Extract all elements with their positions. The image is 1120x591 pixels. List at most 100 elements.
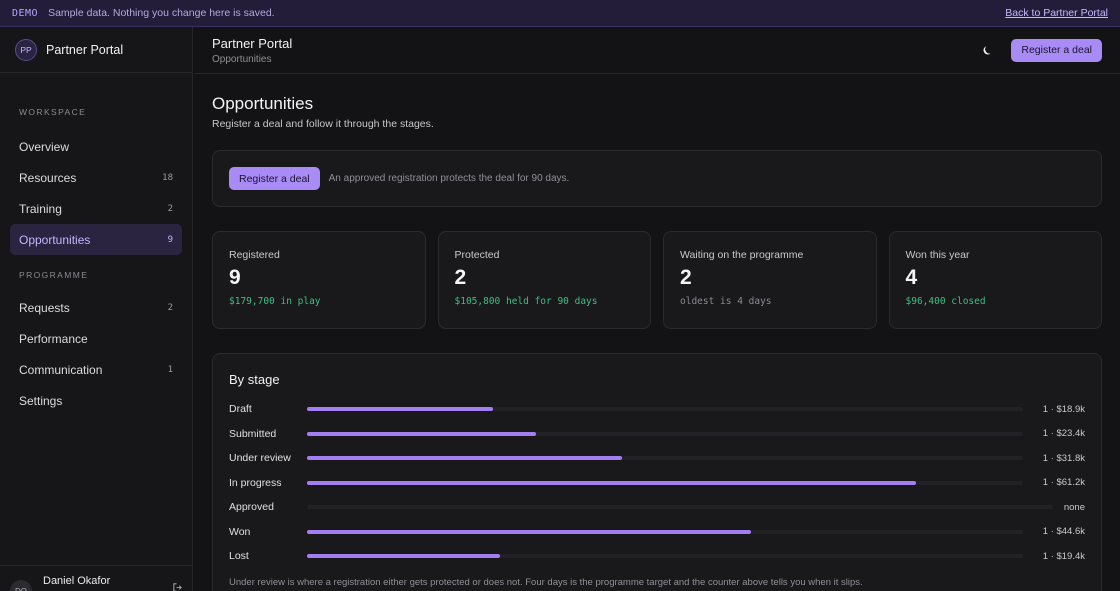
stage-track — [307, 480, 1023, 485]
header-title: Partner Portal — [212, 35, 293, 51]
stage-track — [307, 554, 1023, 559]
moon-icon[interactable] — [981, 43, 995, 57]
stage-name: Draft — [229, 403, 252, 416]
sidebar-item-label: Settings — [19, 393, 63, 408]
stage-bar — [307, 407, 494, 412]
sidebar-item-count: 9 — [167, 234, 173, 245]
user-avatar: DO — [10, 580, 32, 591]
sidebar-item-count: 18 — [162, 172, 173, 183]
stage-value: 1 · $31.8k — [1042, 452, 1085, 464]
main-content: Opportunities Register a deal and follow… — [212, 74, 1102, 591]
stat-label: Registered — [229, 249, 280, 261]
demo-tag: DEMO — [12, 7, 39, 19]
stage-value: 1 · $44.6k — [1042, 526, 1085, 538]
sidebar-item-resources[interactable]: Resources 18 — [10, 162, 182, 193]
sidebar-item-settings[interactable]: Settings — [10, 385, 182, 416]
sidebar-item-performance[interactable]: Performance — [10, 323, 182, 354]
stage-bar — [307, 529, 751, 534]
brand[interactable]: PP Partner Portal — [0, 27, 192, 73]
stage-name: In progress — [229, 476, 282, 489]
back-to-portal-link[interactable]: Back to Partner Portal — [1005, 7, 1108, 19]
stat-waiting: Waiting on the programme 2 oldest is 4 d… — [663, 231, 877, 329]
stage-row: Lost 1 · $19.4k — [229, 544, 1085, 569]
stage-track — [307, 407, 1023, 412]
stage-row: Under review 1 · $31.8k — [229, 446, 1085, 471]
sidebar-item-training[interactable]: Training 2 — [10, 193, 182, 224]
stat-value: 2 — [454, 266, 467, 289]
sidebar-item-requests[interactable]: Requests 2 — [10, 292, 182, 323]
brand-name: Partner Portal — [46, 42, 124, 57]
stage-row: Submitted 1 · $23.4k — [229, 422, 1085, 447]
stage-row: Won 1 · $44.6k — [229, 520, 1085, 545]
register-card: Register a deal An approved registration… — [212, 150, 1102, 207]
demo-banner: DEMO Sample data. Nothing you change her… — [0, 0, 1120, 27]
sidebar-item-count: 1 — [167, 364, 173, 375]
register-deal-button-header[interactable]: Register a deal — [1011, 38, 1102, 62]
stat-value: 4 — [905, 266, 918, 289]
sidebar-item-label: Training — [19, 201, 62, 216]
section-label-programme: PROGRAMME — [19, 270, 89, 280]
sidebar-item-label: Resources — [19, 170, 77, 185]
breadcrumb: Opportunities — [212, 53, 272, 65]
nav-workspace: WORKSPACE Overview Resources 18 Training… — [0, 107, 192, 416]
by-stage-card: By stage Draft 1 · $18.9k Submitted 1 · $23… — [212, 353, 1102, 591]
sign-out-icon[interactable] — [172, 582, 183, 591]
stat-value: 9 — [229, 266, 241, 289]
stage-row: Draft 1 · $18.9k — [229, 397, 1085, 422]
stage-name: Lost — [229, 550, 249, 563]
sidebar-item-communication[interactable]: Communication 1 — [10, 354, 182, 385]
stage-bar — [307, 431, 537, 436]
user-name: Daniel Okafor — [43, 575, 111, 587]
stat-detail: oldest is 4 days — [680, 296, 772, 307]
stage-track — [307, 505, 1053, 510]
stats-row: Registered 9 $179,700 in play Protected … — [212, 231, 1102, 329]
sidebar-item-label: Opportunities — [19, 232, 91, 247]
stat-detail: $179,700 in play — [229, 296, 321, 307]
stage-track — [307, 529, 1023, 534]
stage-bar — [307, 554, 501, 559]
stat-won: Won this year 4 $96,400 closed — [888, 231, 1102, 329]
stat-detail: $96,400 closed — [905, 296, 986, 307]
stage-track — [307, 456, 1023, 461]
page-subtitle: Register a deal and follow it through th… — [212, 118, 434, 130]
brand-avatar: PP — [15, 38, 37, 61]
top-header: Partner Portal Opportunities Register a … — [194, 27, 1120, 74]
stage-row: In progress 1 · $61.2k — [229, 471, 1085, 496]
stage-row: Approved none — [229, 495, 1085, 520]
stage-value: 1 · $61.2k — [1042, 477, 1085, 489]
sidebar-item-count: 2 — [167, 302, 173, 313]
user-panel[interactable]: DO Daniel Okafor — [0, 565, 193, 591]
sidebar-item-count: 2 — [167, 203, 173, 214]
stage-value: 1 · $18.9k — [1042, 403, 1085, 415]
by-stage-footnote: Under review is where a registration eit… — [229, 576, 863, 588]
sidebar-item-overview[interactable]: Overview — [10, 131, 182, 162]
sidebar-item-label: Overview — [19, 139, 70, 154]
register-note: An approved registration protects the de… — [328, 173, 570, 184]
by-stage-title: By stage — [229, 372, 280, 387]
sidebar-item-opportunities[interactable]: Opportunities 9 — [10, 224, 182, 255]
stage-bar — [307, 480, 916, 485]
stage-name: Under review — [229, 452, 291, 465]
stat-registered: Registered 9 $179,700 in play — [212, 231, 426, 329]
stage-value: none — [1063, 501, 1085, 513]
register-deal-button[interactable]: Register a deal — [229, 167, 320, 190]
sidebar-item-label: Requests — [19, 300, 70, 315]
sidebar-item-label: Performance — [19, 331, 88, 346]
stat-detail: $105,800 held for 90 days — [454, 296, 598, 307]
stat-protected: Protected 2 $105,800 held for 90 days — [437, 231, 651, 329]
stage-name: Won — [229, 525, 251, 538]
section-label-workspace: WORKSPACE — [19, 107, 87, 117]
stage-name: Submitted — [229, 427, 277, 440]
sidebar-item-label: Communication — [19, 362, 103, 377]
stage-value: 1 · $19.4k — [1042, 550, 1085, 562]
stat-label: Won this year — [905, 249, 970, 261]
stage-name: Approved — [229, 501, 274, 514]
stage-track — [307, 431, 1023, 436]
page-title: Opportunities — [212, 94, 314, 113]
stat-label: Protected — [454, 249, 500, 261]
stat-label: Waiting on the programme — [680, 249, 804, 261]
demo-message: Sample data. Nothing you change here is … — [48, 7, 275, 19]
stat-value: 2 — [680, 266, 692, 289]
sidebar: PP Partner Portal WORKSPACE Overview Res… — [0, 27, 193, 591]
stage-value: 1 · $23.4k — [1042, 428, 1085, 440]
